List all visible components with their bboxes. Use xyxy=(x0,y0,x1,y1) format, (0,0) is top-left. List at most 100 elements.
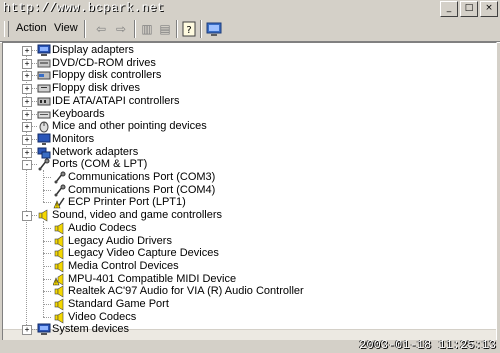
system-devices-icon xyxy=(37,323,51,336)
tree-node-label[interactable]: ECP Printer Port (LPT1) xyxy=(68,196,186,209)
tree-category-node[interactable]: + Network adapters xyxy=(3,146,483,159)
minimize-button[interactable]: _ xyxy=(440,1,458,17)
tree-device-node[interactable]: Video Codecs xyxy=(3,311,483,324)
tree-category-node[interactable]: + Monitors xyxy=(3,133,483,146)
tree-node-label[interactable]: System devices xyxy=(52,323,129,336)
warning-port-icon: ! xyxy=(53,196,67,210)
tree-category-node[interactable]: - Ports (COM & LPT) xyxy=(3,158,483,171)
tree-connector-line xyxy=(43,278,51,280)
tree-device-node[interactable]: Media Control Devices xyxy=(3,260,483,273)
tree-connector-line xyxy=(43,253,51,255)
show-hide-console-tree-icon[interactable]: ▥ xyxy=(138,20,156,38)
tree-device-node[interactable]: Legacy Video Capture Devices xyxy=(3,247,483,260)
tree-node-label[interactable]: Legacy Audio Drivers xyxy=(68,235,172,248)
tree-node-label[interactable]: Sound, video and game controllers xyxy=(52,209,222,222)
tree-node-label[interactable]: Audio Codecs xyxy=(68,222,137,235)
tree-node-label[interactable]: IDE ATA/ATAPI controllers xyxy=(52,95,180,108)
tree-category-node[interactable]: - Sound, video and game controllers xyxy=(3,209,483,222)
tree-node-label[interactable]: Media Control Devices xyxy=(68,260,179,273)
speaker-icon xyxy=(53,311,67,324)
tree-device-node[interactable]: ! MPU-401 Compatible MIDI Device xyxy=(3,273,483,286)
device-tree[interactable]: + Display adapters + DVD/CD-ROM drives + Flop… xyxy=(2,42,497,341)
speaker-icon xyxy=(53,298,67,311)
tree-node-label[interactable]: Floppy disk drives xyxy=(52,82,140,95)
tree-category-node[interactable]: + Display adapters xyxy=(3,44,483,57)
expand-plus-icon[interactable]: + xyxy=(22,147,32,158)
tree-node-label[interactable]: Monitors xyxy=(52,133,94,146)
tree-connector-line xyxy=(43,177,51,178)
tree-category-node[interactable]: + Mice and other pointing devices xyxy=(3,120,483,133)
tree-device-node[interactable]: ! ECP Printer Port (LPT1) xyxy=(3,196,483,210)
tree-node-label[interactable]: Standard Game Port xyxy=(68,298,169,311)
tree-node-label[interactable]: Realtek AC'97 Audio for VIA (R) Audio Co… xyxy=(68,285,304,298)
tree-node-label[interactable]: Floppy disk controllers xyxy=(52,69,161,82)
tree-node-label[interactable]: Mice and other pointing devices xyxy=(52,120,207,133)
svg-text:?: ? xyxy=(186,25,191,36)
floppy-controller-icon xyxy=(37,69,51,82)
tree-connector-line xyxy=(43,291,51,293)
tree-connector-line xyxy=(43,265,51,267)
scan-hardware-icon[interactable] xyxy=(205,20,223,38)
display-adapter-icon xyxy=(37,44,51,57)
tree-connector-line xyxy=(43,202,51,204)
watermark-text: http://www.bcpark.net xyxy=(3,1,165,15)
timestamp-overlay: 2003-01-18 11:25:13 xyxy=(359,338,496,352)
collapse-minus-icon[interactable]: - xyxy=(22,211,32,222)
menu-action[interactable]: Action xyxy=(16,22,47,34)
speaker-icon xyxy=(37,209,51,222)
tree-category-node[interactable]: + Keyboards xyxy=(3,108,483,121)
expand-plus-icon[interactable]: + xyxy=(22,325,32,336)
ide-controller-icon xyxy=(37,95,51,108)
warning-speaker-icon: ! xyxy=(52,273,67,286)
tree-category-node[interactable]: + Floppy disk controllers xyxy=(3,69,483,82)
close-button[interactable]: × xyxy=(480,1,498,17)
menu-view[interactable]: View xyxy=(54,22,78,34)
toolbar-separator xyxy=(134,20,136,38)
help-icon[interactable]: ? xyxy=(180,20,198,38)
back-arrow-icon[interactable]: ⇦ xyxy=(92,20,110,38)
expand-plus-icon[interactable]: + xyxy=(22,134,32,145)
expand-plus-icon[interactable]: + xyxy=(22,109,32,120)
tree-node-label[interactable]: Display adapters xyxy=(52,44,134,57)
collapse-minus-icon[interactable]: - xyxy=(22,160,32,171)
toolbar-separator xyxy=(176,20,178,38)
expand-plus-icon[interactable]: + xyxy=(22,58,32,69)
expand-plus-icon[interactable]: + xyxy=(22,84,32,95)
tree-node-label[interactable]: Network adapters xyxy=(52,146,138,159)
tree-category-node[interactable]: + DVD/CD-ROM drives xyxy=(3,57,483,70)
tree-device-node[interactable]: Realtek AC'97 Audio for VIA (R) Audio Co… xyxy=(3,285,483,298)
tree-node-label[interactable]: Keyboards xyxy=(52,108,105,121)
tree-node-label[interactable]: MPU-401 Compatible MIDI Device xyxy=(68,273,236,286)
expand-plus-icon[interactable]: + xyxy=(22,122,32,133)
tree-node-label[interactable]: Video Codecs xyxy=(68,311,136,324)
expand-plus-icon[interactable]: + xyxy=(22,71,32,82)
floppy-drive-icon xyxy=(37,82,51,95)
network-adapter-icon xyxy=(37,146,51,159)
properties-icon[interactable]: ▤ xyxy=(156,20,174,38)
tree-device-node[interactable]: Legacy Audio Drivers xyxy=(3,235,483,248)
tree-node-label[interactable]: Communications Port (COM4) xyxy=(68,184,215,197)
tree-category-node[interactable]: + System devices xyxy=(3,323,483,336)
mouse-icon xyxy=(37,120,51,133)
tree-node-label[interactable]: Legacy Video Capture Devices xyxy=(68,247,219,260)
tree-device-node[interactable]: Communications Port (COM4) xyxy=(3,184,483,197)
title-bar: http://www.bcpark.net _ □ × xyxy=(0,0,500,17)
tree-category-node[interactable]: + Floppy disk drives xyxy=(3,82,483,95)
forward-arrow-icon[interactable]: ⇨ xyxy=(112,20,130,38)
expand-plus-icon[interactable]: + xyxy=(22,46,32,56)
maximize-button[interactable]: □ xyxy=(460,1,478,17)
tree-node-label[interactable]: Communications Port (COM3) xyxy=(68,171,215,184)
tree-connector-line xyxy=(43,316,51,318)
tree-connector-line xyxy=(43,240,51,242)
tree-device-node[interactable]: Standard Game Port xyxy=(3,298,483,311)
toolbar-grip[interactable] xyxy=(4,21,9,37)
tree-connector-line xyxy=(43,227,51,229)
cdrom-icon xyxy=(37,57,51,70)
tree-device-node[interactable]: Audio Codecs xyxy=(3,222,483,235)
tree-device-node[interactable]: Communications Port (COM3) xyxy=(3,171,483,184)
tree-node-label[interactable]: DVD/CD-ROM drives xyxy=(52,57,156,70)
tree-connector-line xyxy=(43,189,51,191)
tree-category-node[interactable]: + IDE ATA/ATAPI controllers xyxy=(3,95,483,108)
tree-node-label[interactable]: Ports (COM & LPT) xyxy=(52,158,147,171)
expand-plus-icon[interactable]: + xyxy=(22,96,32,107)
